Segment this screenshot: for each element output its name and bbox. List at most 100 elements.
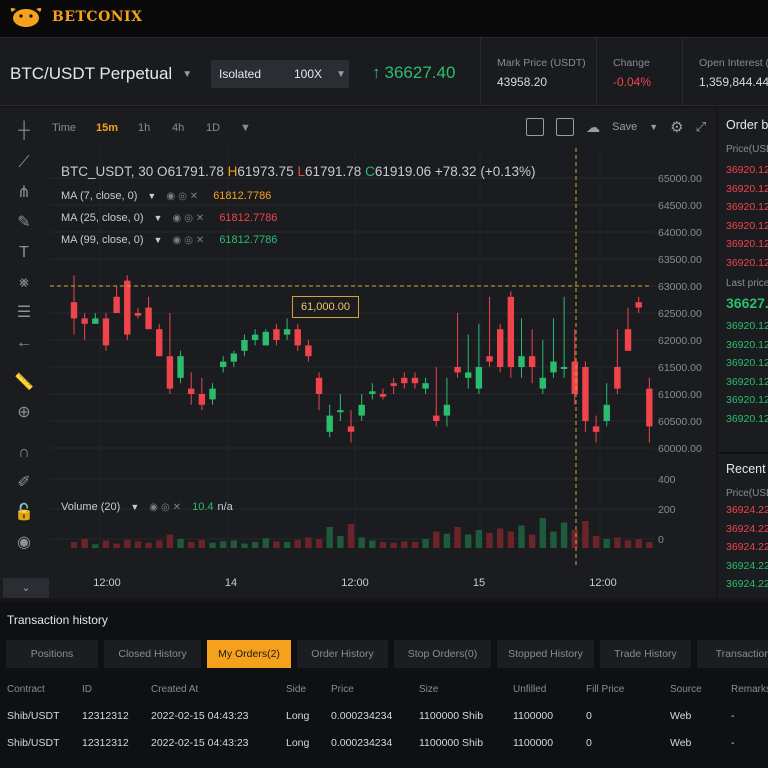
candle-body (411, 377, 419, 384)
cell-price: 0.000234234 (331, 737, 393, 749)
candle-body (496, 329, 504, 367)
candle-body (390, 383, 397, 386)
orderbook-panel: Order bo Price(USD 36920.12 36920.12 369… (718, 108, 768, 598)
brush-icon[interactable]: ✎ (14, 213, 34, 233)
divider (596, 38, 597, 106)
tab-closed-history[interactable]: Closed History (104, 640, 201, 668)
indicators-icon[interactable] (526, 118, 545, 136)
volume-bar (294, 539, 301, 548)
trendline-icon[interactable]: ⟋ (14, 153, 34, 173)
ruler-icon[interactable]: 📏 (14, 373, 34, 393)
ask-row[interactable]: 36920.12 (726, 198, 768, 217)
volume-bar (305, 537, 312, 548)
volume-bar (465, 534, 472, 548)
cell-unfilled: 1100000 (513, 737, 554, 749)
ask-row[interactable]: 36920.12 (726, 161, 768, 180)
tf-time[interactable]: Time (52, 122, 96, 134)
chart-type-icon[interactable] (556, 118, 575, 136)
lock-icon[interactable]: 🔓 (14, 503, 34, 523)
chevron-down-icon[interactable]: ▼ (240, 122, 251, 134)
tab-my-orders[interactable]: My Orders(2) (207, 640, 291, 668)
tf-4h[interactable]: 4h (172, 122, 206, 134)
bid-row[interactable]: 36920.12 (726, 410, 768, 429)
candle-body (209, 388, 216, 400)
text-icon[interactable]: T (14, 243, 34, 263)
chevron-down-icon[interactable]: ▼ (147, 191, 156, 201)
bid-row[interactable]: 36920.12 (726, 373, 768, 392)
bid-row[interactable]: 36920.12 (726, 354, 768, 373)
tab-stopped-history[interactable]: Stopped History (497, 640, 594, 668)
bid-row[interactable]: 36920.12 (726, 336, 768, 355)
table-row[interactable]: Shib/USDT 12312312 2022-02-15 04:43:23 L… (0, 710, 768, 728)
volume-indicator[interactable]: Volume (20) ▼ ◉◎✕ 10.4 n/a (61, 501, 233, 513)
chevron-down-icon[interactable]: ▼ (154, 213, 163, 223)
divider (682, 38, 683, 106)
cell-contract: Shib/USDT (7, 710, 60, 722)
leverage-selector[interactable]: Isolated 100X ▼ (211, 60, 349, 88)
fib-icon[interactable]: ☰ (14, 303, 34, 323)
pattern-icon[interactable]: ⨳ (14, 273, 34, 293)
bid-row[interactable]: 36920.12 (726, 391, 768, 410)
fullscreen-icon[interactable]: ⤢ (696, 119, 706, 135)
indicator-actions-icon[interactable]: ◉◎✕ (166, 191, 201, 202)
save-button[interactable]: Save (612, 121, 637, 133)
recent-trades-section: Recent T Price(USD 36924.22 36924.22 369… (726, 462, 768, 594)
price-tick-label: 63500.00 (658, 254, 702, 266)
ma-value: 61812.7786 (219, 234, 278, 246)
price-tick-label: 62500.00 (658, 308, 702, 320)
crosshair-price-label: 61,000.00 (292, 296, 359, 318)
volume-bar (283, 542, 291, 548)
stat-label: Open Interest (U (699, 57, 768, 69)
tf-1h[interactable]: 1h (138, 122, 172, 134)
bid-row[interactable]: 36920.12 (726, 317, 768, 336)
tf-15m[interactable]: 15m (96, 122, 138, 134)
pitchfork-icon[interactable]: ⋔ (14, 183, 34, 203)
volume-bar (401, 541, 408, 548)
stat-label: Mark Price (USDT) (497, 57, 586, 69)
magnet-icon[interactable]: ∩ (14, 443, 34, 463)
ma-indicator-99[interactable]: MA (99, close, 0) ▼ ◉◎✕ 61812.7786 (61, 234, 277, 246)
candle-body (358, 404, 365, 416)
ask-row[interactable]: 36920.12 (726, 217, 768, 236)
candle-body (219, 361, 227, 367)
tf-1d[interactable]: 1D (206, 122, 240, 134)
pair-selector[interactable]: BTC/USDT Perpetual ▼ (10, 64, 192, 84)
tab-stop-orders[interactable]: Stop Orders(0) (394, 640, 491, 668)
chevron-down-icon[interactable]: ▼ (154, 235, 163, 245)
gear-icon[interactable]: ⚙ (670, 118, 683, 136)
table-row[interactable]: Shib/USDT 12312312 2022-02-15 04:43:23 L… (0, 737, 768, 755)
candle-body (614, 367, 621, 389)
ma-indicator-7[interactable]: MA (7, close, 0) ▼ ◉◎✕ 61812.7786 (61, 190, 271, 202)
eye-icon[interactable]: ◉ (14, 533, 34, 553)
legend-low: 61791.78 (304, 164, 362, 179)
tab-order-history[interactable]: Order History (297, 640, 388, 668)
volume-bar (273, 541, 280, 548)
indicator-actions-icon[interactable]: ◉◎✕ (172, 235, 207, 246)
crosshair-icon[interactable]: ┼ (14, 121, 34, 141)
cell-contract: Shib/USDT (7, 737, 60, 749)
arrow-left-icon[interactable]: ← (14, 333, 34, 353)
legend-symbol: BTC_USDT, 30 (61, 164, 154, 179)
ma-indicator-25[interactable]: MA (25, close, 0) ▼ ◉◎✕ 61812.7786 (61, 212, 277, 224)
indicator-actions-icon[interactable]: ◉◎✕ (149, 502, 184, 513)
ask-row[interactable]: 36920.12 (726, 235, 768, 254)
tab-transactions[interactable]: Transactions (697, 640, 768, 668)
lock-pen-icon[interactable]: ✐ (14, 473, 34, 493)
tab-positions[interactable]: Positions (6, 640, 98, 668)
chevron-down-icon[interactable]: ▼ (649, 122, 658, 132)
orderbook-section: Order bo Price(USD 36920.12 36920.12 369… (726, 118, 768, 428)
cell-size: 1100000 Shib (419, 737, 484, 749)
cell-size: 1100000 Shib (419, 710, 484, 722)
cloud-icon[interactable]: ☁ (586, 119, 600, 136)
candle-body (560, 367, 568, 369)
zoom-icon[interactable]: ⊕ (14, 403, 34, 423)
ask-row[interactable]: 36920.12 (726, 254, 768, 273)
brand-logo[interactable]: BETCONIX (6, 4, 142, 30)
tab-trade-history[interactable]: Trade History (600, 640, 691, 668)
ask-row[interactable]: 36920.12 (726, 180, 768, 199)
indicator-actions-icon[interactable]: ◉◎✕ (172, 213, 207, 224)
col-header: Created At (151, 684, 199, 695)
volume-bar (102, 540, 110, 548)
collapse-tools-button[interactable]: ⌄ (3, 578, 49, 598)
chevron-down-icon[interactable]: ▼ (130, 502, 139, 512)
